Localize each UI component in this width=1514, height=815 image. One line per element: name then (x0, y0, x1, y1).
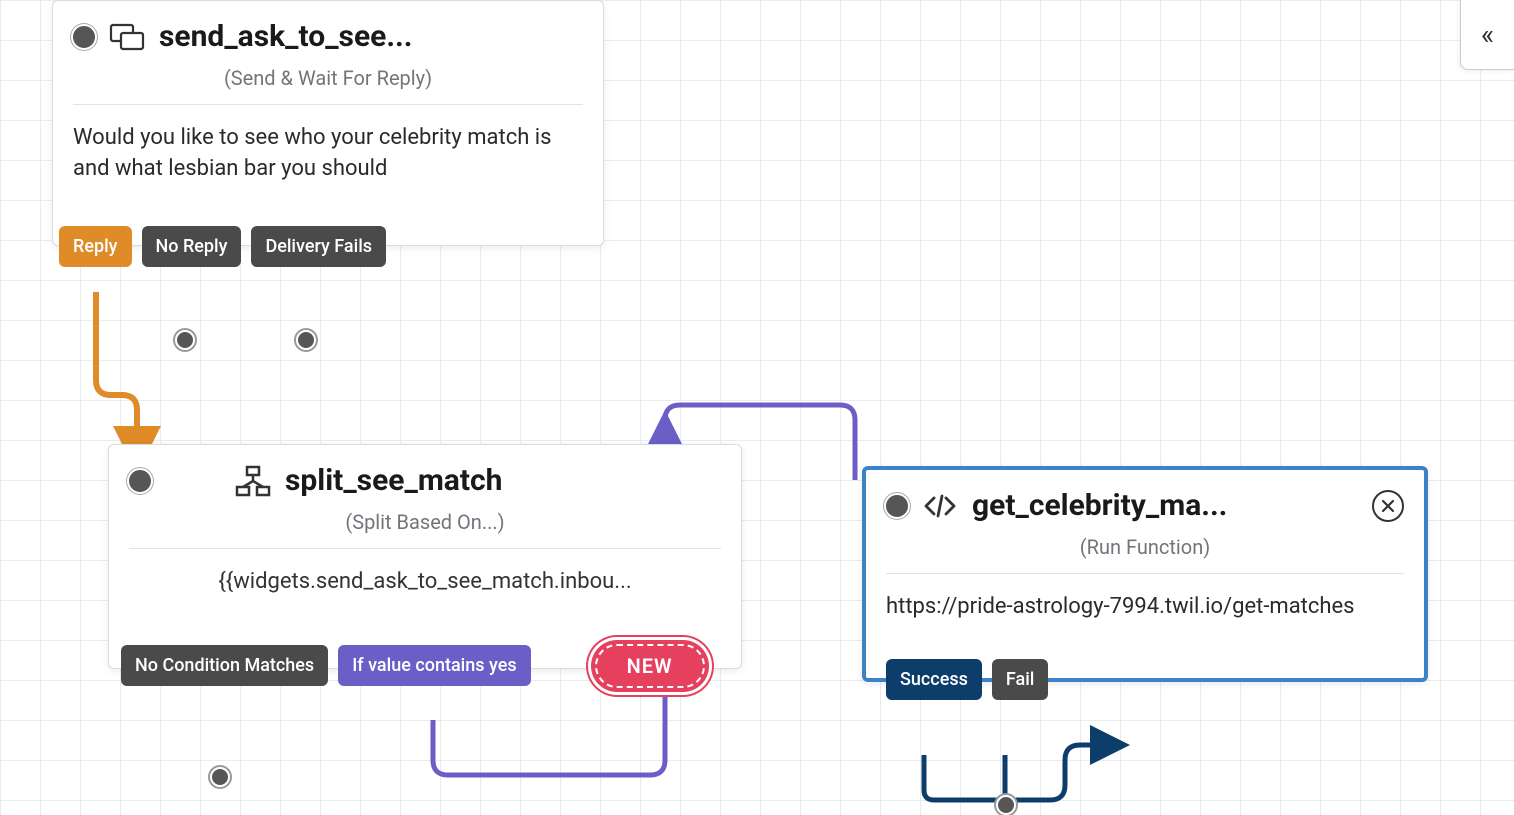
transition-delivery-fails[interactable]: Delivery Fails (251, 226, 386, 267)
split-icon (235, 465, 271, 497)
output-port-icon[interactable] (175, 330, 195, 350)
widget-title: send_ask_to_see... (159, 19, 583, 54)
widget-send-ask-to-see[interactable]: send_ask_to_see... (Send & Wait For Repl… (52, 0, 604, 246)
widget-header: send_ask_to_see... (53, 1, 603, 62)
input-port-icon[interactable] (73, 26, 95, 48)
output-port-icon[interactable] (996, 795, 1016, 815)
output-port-icon[interactable] (210, 767, 230, 787)
widget-split-see-match[interactable]: split_see_match (Split Based On...) {{wi… (108, 444, 742, 669)
chevron-left-double-icon: « (1481, 18, 1494, 51)
transition-fail[interactable]: Fail (992, 659, 1049, 700)
input-port-icon[interactable] (129, 470, 151, 492)
code-icon (922, 490, 958, 522)
chat-icon (109, 21, 145, 53)
widget-header: get_celebrity_ma... (866, 470, 1424, 531)
widget-title: get_celebrity_ma... (972, 488, 1348, 523)
widget-subtitle: (Send & Wait For Reply) (53, 62, 603, 104)
transition-reply[interactable]: Reply (59, 226, 132, 267)
transitions-row: Reply No Reply Delivery Fails (59, 226, 386, 267)
transition-no-condition[interactable]: No Condition Matches (121, 645, 328, 686)
widget-subtitle: (Run Function) (866, 531, 1424, 573)
collapse-panel-button[interactable]: « (1460, 0, 1514, 70)
transition-no-reply[interactable]: No Reply (142, 226, 242, 267)
transitions-row: Success Fail (886, 659, 1048, 700)
transition-if-value-contains[interactable]: If value contains yes (338, 645, 530, 686)
widget-body: Would you like to see who your celebrity… (53, 105, 603, 245)
transition-success[interactable]: Success (886, 659, 982, 700)
transition-new-button[interactable]: NEW (591, 640, 709, 692)
widget-subtitle: (Split Based On...) (109, 506, 741, 548)
close-icon[interactable] (1372, 490, 1404, 522)
widget-header: split_see_match (109, 445, 741, 506)
transitions-row: No Condition Matches If value contains y… (121, 640, 709, 692)
input-port-icon[interactable] (886, 495, 908, 517)
widget-title: split_see_match (285, 463, 721, 498)
output-port-icon[interactable] (296, 330, 316, 350)
widget-get-celebrity-match[interactable]: get_celebrity_ma... (Run Function) https… (862, 466, 1428, 682)
